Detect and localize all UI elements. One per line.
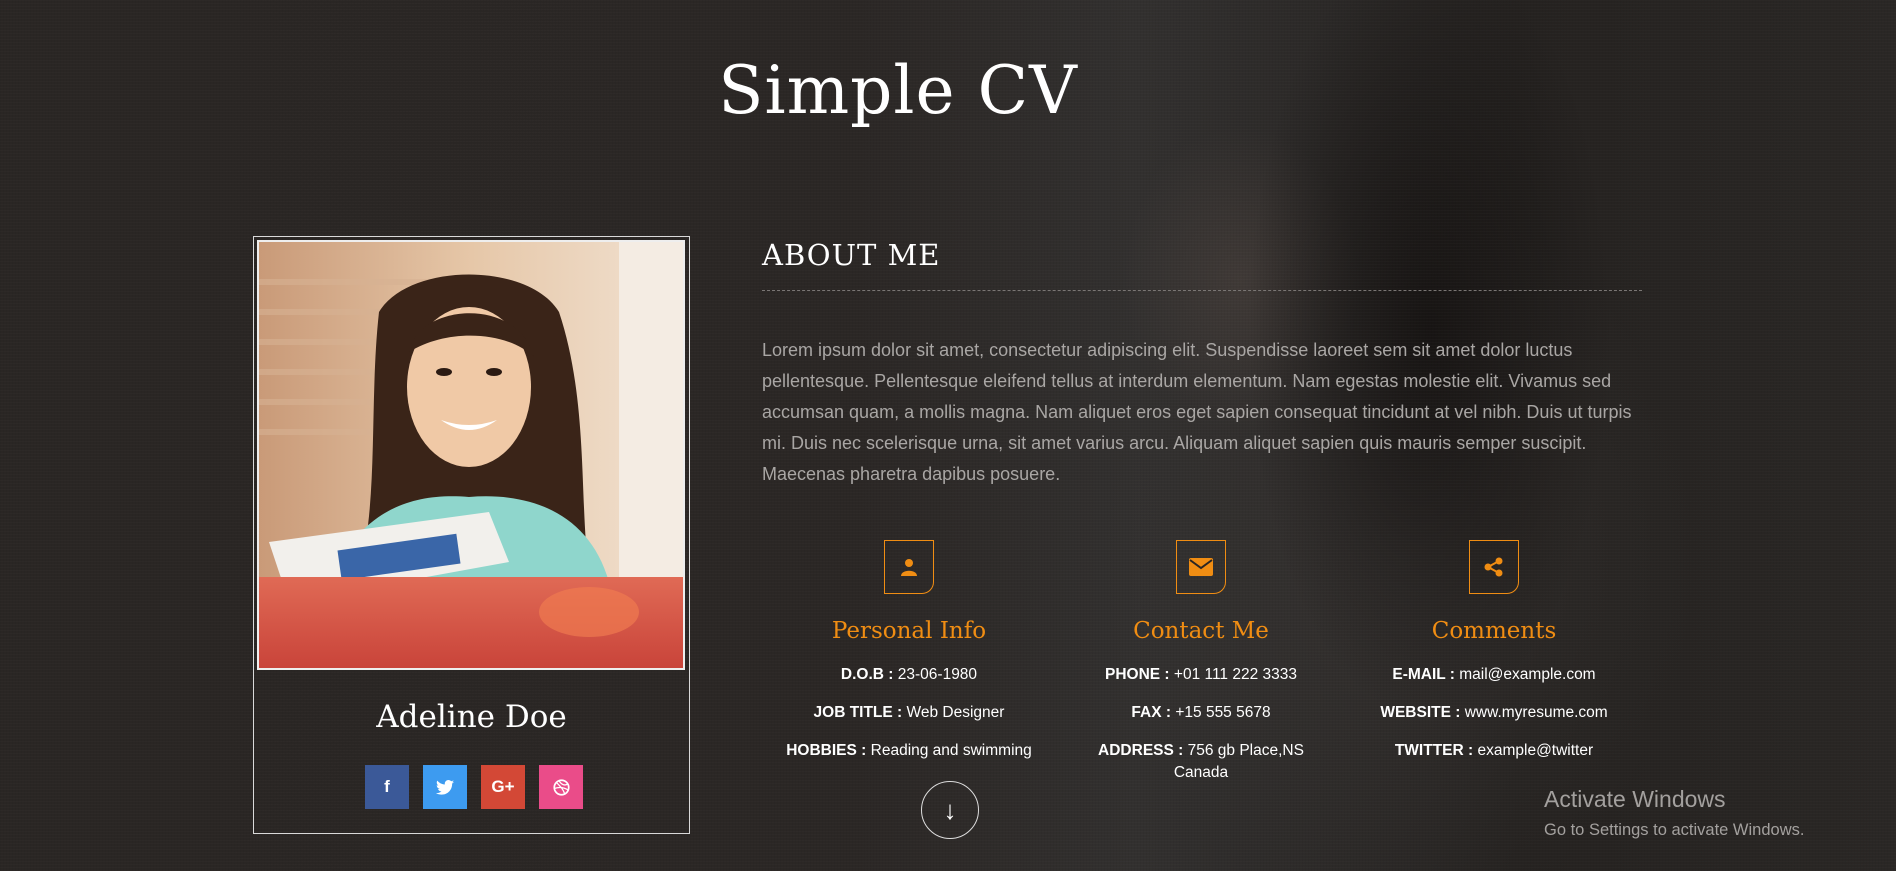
email-row: E-MAIL : mail@example.com — [1392, 666, 1596, 683]
activate-subtitle: Go to Settings to activate Windows. — [1544, 821, 1805, 839]
user-icon — [884, 540, 934, 594]
social-links: f G+ — [365, 765, 583, 809]
scroll-down-arrow-icon[interactable]: ↓ — [921, 781, 979, 839]
comments-section: Comments E-MAIL : mail@example.com WEBSI… — [1364, 540, 1624, 778]
dob-row: D.O.B : 23-06-1980 — [840, 666, 978, 683]
site-title: Simple CV — [718, 52, 1078, 129]
twitter-icon[interactable] — [423, 765, 467, 809]
facebook-icon[interactable]: f — [365, 765, 409, 809]
contact-section: Contact Me PHONE : +01 111 222 3333 FAX … — [1071, 540, 1331, 800]
activate-title: Activate Windows — [1544, 786, 1726, 812]
contact-heading: Contact Me — [1133, 618, 1269, 644]
twitter-row: TWITTER : example@twitter — [1394, 742, 1594, 759]
envelope-icon — [1176, 540, 1226, 594]
personal-info-heading: Personal Info — [831, 618, 987, 644]
dribbble-icon[interactable] — [539, 765, 583, 809]
about-heading: ABOUT ME — [762, 238, 941, 272]
phone-row: PHONE : +01 111 222 3333 — [1104, 666, 1298, 683]
job-title-row: JOB TITLE : Web Designer — [813, 704, 1005, 721]
windows-activation-watermark: Activate Windows Go to Settings to activ… — [1544, 786, 1804, 840]
share-icon — [1469, 540, 1519, 594]
personal-info-section: Personal Info D.O.B : 23-06-1980 JOB TIT… — [779, 540, 1039, 778]
website-row: WEBSITE : www.myresume.com — [1380, 704, 1608, 721]
address-row: ADDRESS : 756 gb Place,NS Canada — [1098, 742, 1304, 781]
profile-card: Adeline Doe f G+ — [253, 236, 690, 834]
hobbies-row: HOBBIES : Reading and swimming — [786, 742, 1032, 759]
profile-photo — [257, 240, 685, 670]
divider — [762, 290, 1642, 291]
about-text: Lorem ipsum dolor sit amet, consectetur … — [762, 340, 1632, 484]
comments-heading: Comments — [1431, 618, 1557, 644]
profile-name: Adeline Doe — [376, 699, 567, 735]
fax-row: FAX : +15 555 5678 — [1131, 704, 1271, 721]
google-plus-icon[interactable]: G+ — [481, 765, 525, 809]
